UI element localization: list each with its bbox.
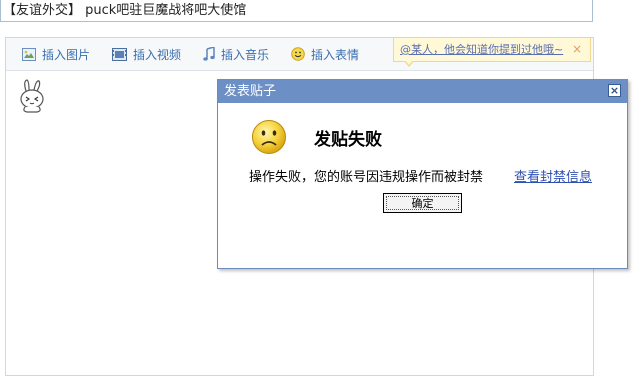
insert-image-button[interactable]: 插入图片	[22, 46, 90, 63]
smiley-icon	[291, 47, 305, 61]
music-note-icon	[203, 47, 215, 61]
dialog-header: 发表贴子 ×	[218, 80, 627, 103]
post-title-value: 【友谊外交】 puck吧驻巨魔战将吧大使馆	[3, 3, 247, 18]
video-icon	[112, 47, 128, 61]
insert-emoji-label: 插入表情	[311, 47, 360, 62]
post-error-dialog: 发表贴子 × 发贴失败 操作失败，您的账号因违规操作而被封禁 查看封禁信息 确定	[217, 79, 628, 269]
mention-tip-close-icon[interactable]: ×	[572, 38, 582, 61]
dialog-message: 操作失败，您的账号因违规操作而被封禁	[249, 170, 484, 185]
image-icon	[22, 47, 36, 61]
mention-tip: @某人，他会知道你提到过他哦~ ×	[393, 37, 591, 67]
dialog-heading: 发贴失败	[314, 130, 382, 150]
insert-video-button[interactable]: 插入视频	[112, 46, 181, 63]
dialog-title: 发表贴子	[224, 84, 277, 99]
ok-button[interactable]: 确定	[383, 193, 462, 213]
rabbit-mascot-icon	[20, 79, 44, 113]
insert-music-label: 插入音乐	[221, 47, 270, 62]
sad-face-icon	[252, 120, 286, 154]
tip-arrow-inner	[405, 60, 413, 65]
dialog-close-icon[interactable]: ×	[608, 84, 621, 97]
mention-tip-text[interactable]: @某人，他会知道你提到过他哦~	[400, 43, 563, 56]
insert-emoji-button[interactable]: 插入表情	[291, 46, 359, 63]
post-editor-page: 【友谊外交】 puck吧驻巨魔战将吧大使馆 插入图片 插入视频 插入音乐 插入表…	[0, 0, 641, 380]
insert-music-button[interactable]: 插入音乐	[203, 46, 269, 63]
insert-image-label: 插入图片	[42, 47, 91, 62]
view-ban-info-link[interactable]: 查看封禁信息	[514, 166, 592, 185]
insert-video-label: 插入视频	[133, 47, 182, 62]
post-title-input[interactable]: 【友谊外交】 puck吧驻巨魔战将吧大使馆	[0, 0, 593, 22]
